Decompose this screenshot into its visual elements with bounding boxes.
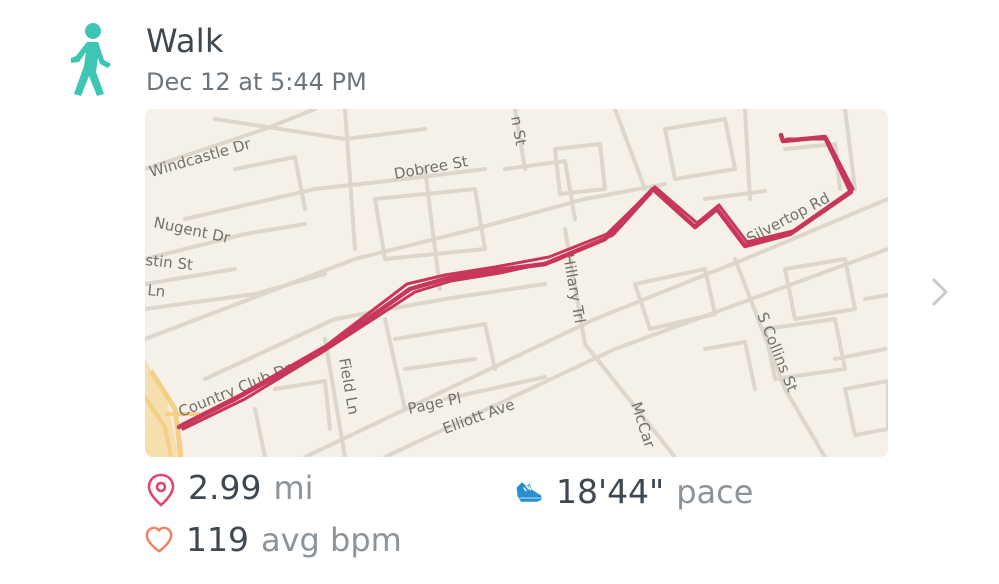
street-label: Field Ln (335, 357, 363, 417)
activity-card[interactable]: Walk Dec 12 at 5:44 PM Windcastle Dr Dob… (0, 0, 999, 584)
walking-person-icon (71, 23, 111, 96)
street-label: S Collins St (753, 310, 801, 395)
chevron-right-icon[interactable] (928, 276, 952, 308)
distance-value: 2.99 (188, 468, 262, 507)
street-label: Dobree St (393, 152, 470, 183)
street-network (145, 109, 888, 457)
street-label: McCar (627, 400, 659, 451)
pace-value: 18'44" (556, 472, 665, 511)
street-label: Page Pl (406, 389, 463, 418)
map-canvas: Windcastle Dr Dobree St n St Nugent Dr s… (145, 109, 888, 457)
running-shoe-icon (514, 477, 544, 507)
pace-unit: pace (676, 472, 754, 511)
location-pin-icon (146, 473, 176, 507)
street-label: stin St (145, 251, 194, 274)
activity-title: Walk (146, 22, 224, 60)
activity-timestamp: Dec 12 at 5:44 PM (146, 68, 367, 96)
route-map[interactable]: Windcastle Dr Dobree St n St Nugent Dr s… (145, 109, 888, 457)
distance-stat: 2.99 mi (146, 468, 314, 507)
heart-outline-icon (144, 525, 174, 555)
street-label: Hillary Trl (559, 253, 589, 325)
heart-rate-unit: avg bpm (261, 520, 402, 559)
distance-unit: mi (273, 468, 314, 507)
heart-rate-stat: 119 avg bpm (144, 520, 402, 559)
street-label: Windcastle Dr (147, 134, 253, 180)
street-label: n St (507, 115, 530, 147)
street-label: Ln (147, 281, 167, 301)
pace-stat: 18'44" pace (514, 472, 753, 511)
heart-rate-value: 119 (186, 520, 249, 559)
